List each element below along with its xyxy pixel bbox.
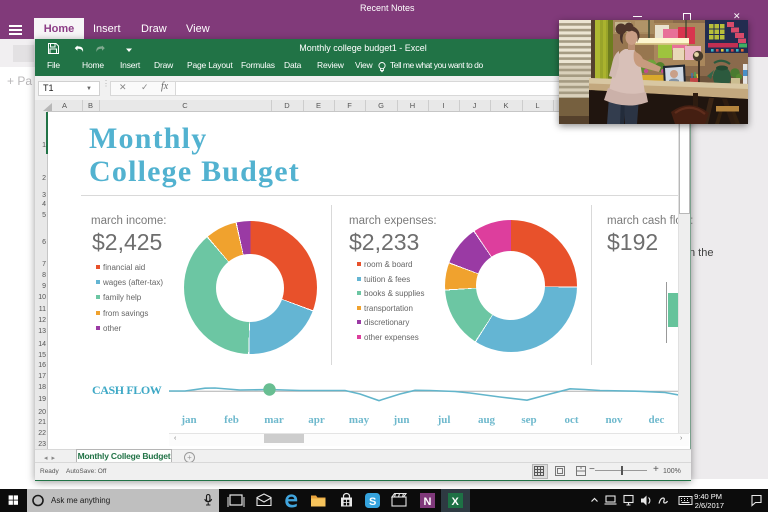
svg-text:9:40 PM: 9:40 PM <box>694 492 722 501</box>
svg-text:X: X <box>452 496 460 508</box>
svg-text:2/6/2017: 2/6/2017 <box>695 501 724 510</box>
svg-text:Ask me anything: Ask me anything <box>51 496 110 505</box>
svg-text:N: N <box>424 496 432 508</box>
svg-text:S: S <box>369 496 376 508</box>
